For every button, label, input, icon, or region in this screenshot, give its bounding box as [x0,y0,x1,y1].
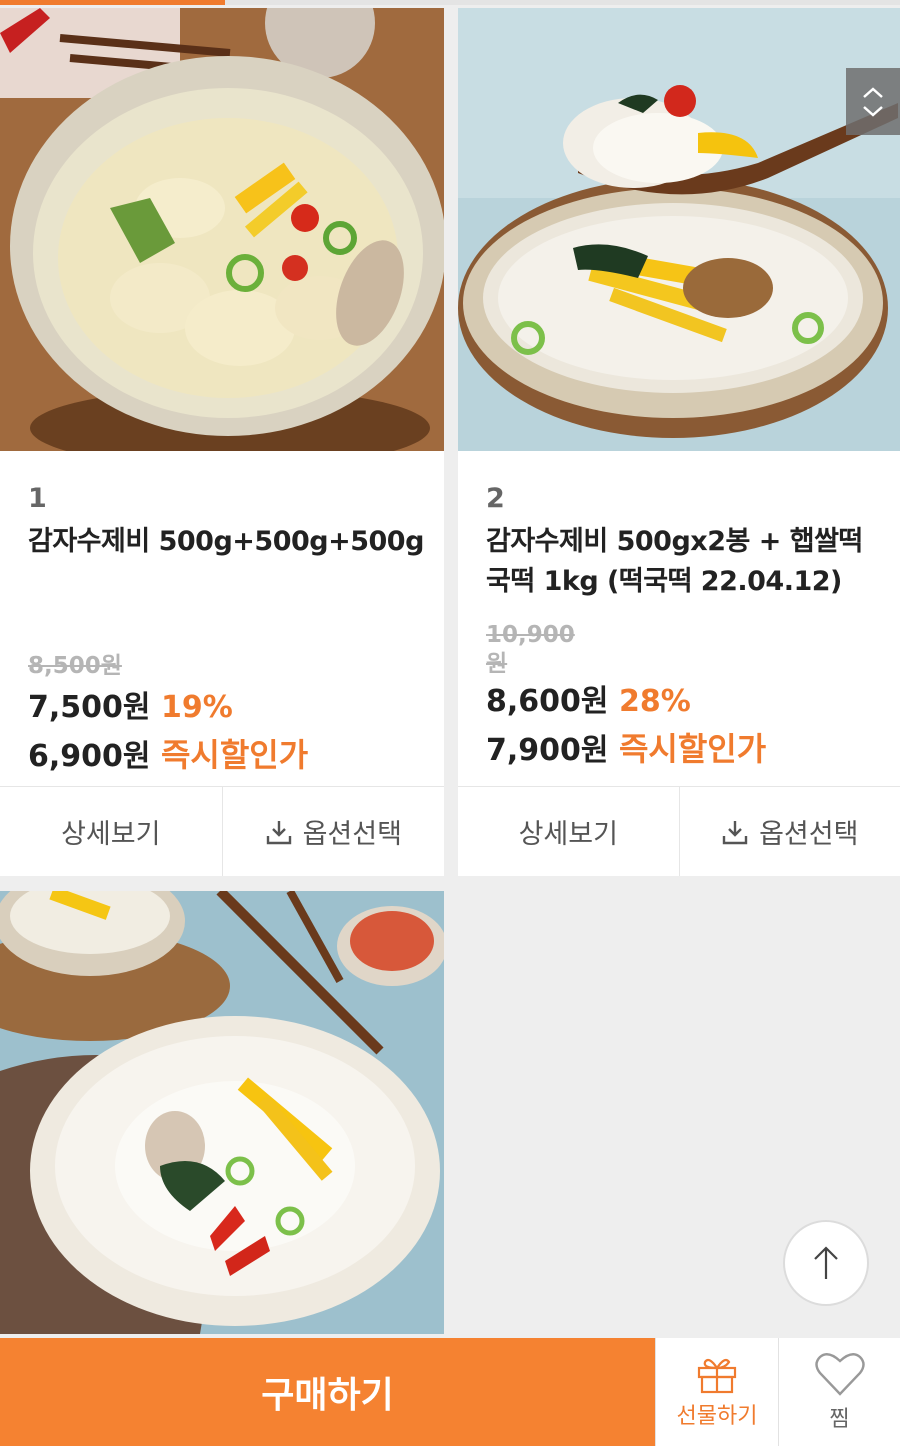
image-scroll-control[interactable] [846,68,900,135]
buy-button[interactable]: 구매하기 [0,1338,655,1446]
chevron-up-icon[interactable] [862,86,884,99]
detail-view-button[interactable]: 상세보기 [458,787,679,876]
bottom-action-bar: 구매하기 선물하기 찜 [0,1338,900,1446]
sale-price: 8,600원 [486,684,609,719]
discount-rate: 19% [160,690,233,725]
scroll-to-top-button[interactable] [783,1220,869,1306]
detail-view-label: 상세보기 [61,819,161,850]
product-list-page: 1 감자수제비 500g+500g+500g 8,500원 7,500원 19%… [0,0,900,1446]
option-select-button[interactable]: 옵션선택 [221,787,444,876]
sale-price-line: 8,600원 28% [486,676,880,720]
scroll-progress-bar [0,0,900,5]
scroll-progress-fill [0,0,225,5]
card-action-row: 상세보기 옵션선택 [0,786,444,876]
product-card-3[interactable] [0,891,444,1334]
product-card-1[interactable]: 1 감자수제비 500g+500g+500g 8,500원 7,500원 19%… [0,8,444,876]
original-price: 8,500원 [28,653,122,679]
download-icon [266,820,291,844]
instant-discount-label: 즉시할인가 [618,730,767,768]
chevron-down-icon[interactable] [862,105,884,117]
product-image-sujebi[interactable] [0,8,444,451]
detail-view-button[interactable]: 상세보기 [0,787,222,876]
product-image-tteokguk-plate[interactable] [0,891,444,1334]
product-image-tteokguk[interactable] [458,8,900,451]
heart-icon [814,1353,865,1396]
original-price-currency: 원 [486,651,508,677]
product-card-2[interactable]: 2 감자수제비 500gx2봉 + 햅쌀떡 국떡 1kg (떡국떡 22.04.… [458,8,900,876]
download-icon [722,820,748,844]
sale-price-line: 7,500원 19% [28,682,424,726]
instant-price: 6,900원 [28,739,151,774]
instant-price-line: 7,900원 즉시할인가 [486,724,880,770]
card-action-row: 상세보기 옵션선택 [458,786,900,876]
option-select-button[interactable]: 옵션선택 [678,787,900,876]
product-rank: 2 [486,483,505,514]
arrow-up-icon [814,1246,838,1279]
sale-price: 7,500원 [28,690,151,725]
discount-rate: 28% [618,684,691,719]
gift-icon [697,1358,737,1394]
option-select-label: 옵션선택 [302,819,402,850]
detail-view-label: 상세보기 [518,819,618,850]
product-title[interactable]: 감자수제비 500gx2봉 + 햅쌀떡 국떡 1kg (떡국떡 22.04.12… [486,522,880,602]
option-select-label: 옵션선택 [759,819,859,850]
instant-discount-label: 즉시할인가 [160,736,309,774]
instant-price-line: 6,900원 즉시할인가 [28,730,424,776]
instant-price: 7,900원 [486,733,609,768]
wishlist-button[interactable]: 찜 [778,1338,900,1446]
product-title[interactable]: 감자수제비 500g+500g+500g [28,522,424,562]
gift-button[interactable]: 선물하기 [655,1338,778,1446]
gift-label: 선물하기 [676,1404,758,1429]
wish-label: 찜 [829,1407,850,1432]
product-title-line-2: 국떡 1kg (떡국떡 22.04.12) [486,566,842,597]
product-rank: 1 [28,483,47,514]
product-title-line-1: 감자수제비 500gx2봉 + 햅쌀떡 [486,526,863,557]
